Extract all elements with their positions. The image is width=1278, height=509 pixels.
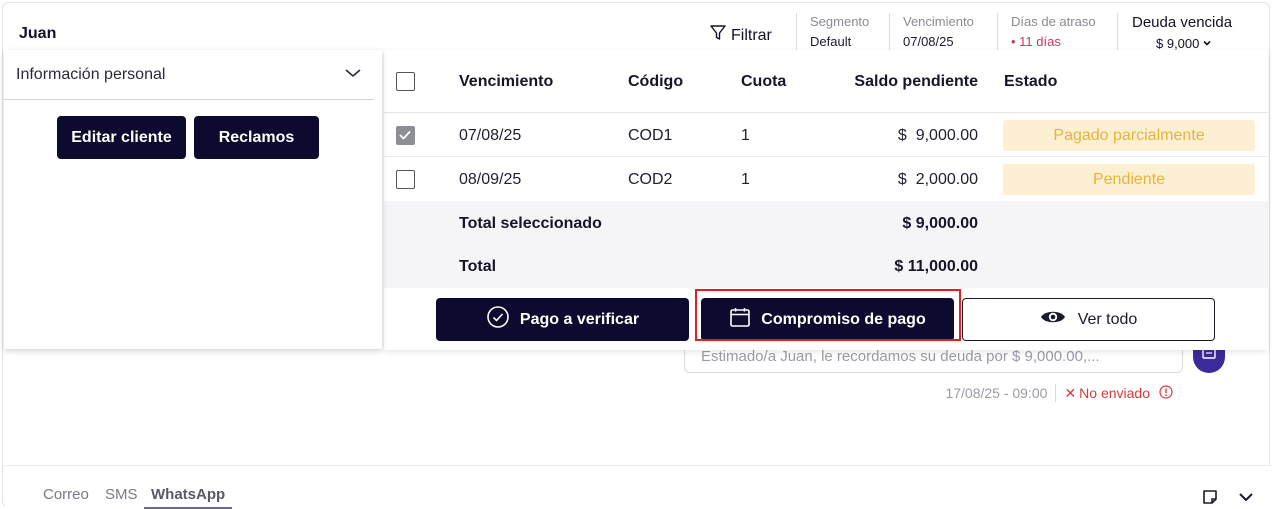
client-menu-panel: Información personal Editar cliente Recl…: [4, 50, 382, 349]
cell-installment: 1: [741, 171, 750, 188]
status-badge: Pagado parcialmente: [1003, 120, 1255, 151]
row-checkbox[interactable]: [396, 126, 415, 145]
payment-commitment-button[interactable]: Compromiso de pago: [701, 298, 954, 341]
view-all-button[interactable]: Ver todo: [962, 298, 1215, 341]
cell-code: COD1: [628, 127, 673, 144]
eye-icon: [1040, 308, 1066, 331]
overdue-debt-label: Deuda vencida: [1132, 14, 1233, 31]
tab-correo[interactable]: Correo: [43, 486, 89, 503]
cell-balance: $ 2,000.00: [897, 171, 978, 188]
installments-table: Vencimiento Código Cuota Saldo pendiente…: [384, 50, 1268, 350]
cell-installment: 1: [741, 127, 750, 144]
message-meta: 17/08/25 - 09:00 ✕ No enviado: [945, 384, 1173, 402]
col-vencimiento: Vencimiento: [459, 73, 554, 90]
total-selected-label: Total seleccionado: [459, 215, 602, 232]
col-codigo: Código: [628, 73, 684, 90]
total-label: Total: [459, 258, 497, 275]
cell-due: 08/09/25: [459, 171, 522, 188]
total-selected-value: $ 9,000.00: [902, 215, 978, 232]
row-checkbox[interactable]: [396, 170, 415, 189]
edit-client-button[interactable]: Editar cliente: [57, 116, 186, 159]
note-icon[interactable]: [1201, 488, 1219, 509]
total-value: $ 11,000.00: [894, 258, 978, 275]
table-header: Vencimiento Código Cuota Saldo pendiente…: [384, 50, 1268, 113]
status-badge: Pendiente: [1003, 164, 1255, 195]
cell-due: 07/08/25: [459, 127, 522, 144]
tab-whatsapp[interactable]: WhatsApp: [144, 486, 233, 509]
segment-info: Segmento Default: [796, 13, 869, 55]
verify-payment-label: Pago a verificar: [519, 310, 640, 328]
filter-icon: [709, 24, 727, 47]
message-timestamp: 17/08/25 - 09:00: [945, 385, 1048, 401]
check-circle-icon: [486, 305, 510, 334]
client-name: Juan: [19, 25, 57, 42]
chevron-down-icon[interactable]: [1237, 488, 1255, 509]
segment-label: Segmento: [810, 14, 870, 29]
divider: [1055, 384, 1057, 402]
cell-balance: $ 9,000.00: [897, 127, 978, 144]
due-label: Vencimiento: [903, 14, 974, 29]
days-late-label: Días de atraso: [1011, 14, 1096, 29]
col-estado: Estado: [1004, 73, 1058, 90]
tab-sms[interactable]: SMS: [105, 486, 138, 503]
info-icon[interactable]: [1159, 384, 1173, 402]
cell-code: COD2: [628, 171, 673, 188]
action-bar: Pago a verificar Compromiso de pago Ver …: [396, 289, 1254, 350]
due-info: Vencimiento 07/08/25: [889, 13, 974, 55]
totals-section: Total seleccionado $ 9,000.00 Total $ 11…: [384, 201, 1268, 288]
verify-payment-button[interactable]: Pago a verificar: [436, 298, 689, 341]
message-status-text: No enviado: [1079, 385, 1150, 401]
select-all-checkbox[interactable]: [396, 72, 415, 91]
col-saldo: Saldo pendiente: [854, 73, 978, 90]
error-x-icon: ✕: [1064, 384, 1077, 401]
days-late-text: 11 días: [1019, 34, 1061, 49]
calendar-icon: [729, 306, 751, 333]
filter-button[interactable]: Filtrar: [709, 24, 772, 47]
table-row[interactable]: 08/09/25 COD2 1 $ 2,000.00 Pendiente: [384, 157, 1268, 201]
days-late-info: Días de atraso • 11 días: [997, 13, 1096, 55]
channel-tabs: Correo SMS WhatsApp: [5, 465, 1273, 509]
view-all-label: Ver todo: [1077, 310, 1138, 328]
overdue-debt-info[interactable]: Deuda vencida $ 9,000: [1117, 13, 1232, 55]
filter-label: Filtrar: [731, 26, 772, 44]
accordion-title: Información personal: [16, 65, 166, 83]
payment-commitment-label: Compromiso de pago: [761, 310, 926, 328]
table-row[interactable]: 07/08/25 COD1 1 $ 9,000.00 Pagado parcia…: [384, 113, 1268, 157]
message-status: ✕ No enviado: [1064, 385, 1173, 402]
claims-button[interactable]: Reclamos: [194, 116, 319, 159]
chevron-down-icon: [344, 66, 362, 84]
personal-info-accordion[interactable]: Información personal: [4, 50, 374, 100]
col-cuota: Cuota: [741, 73, 787, 90]
